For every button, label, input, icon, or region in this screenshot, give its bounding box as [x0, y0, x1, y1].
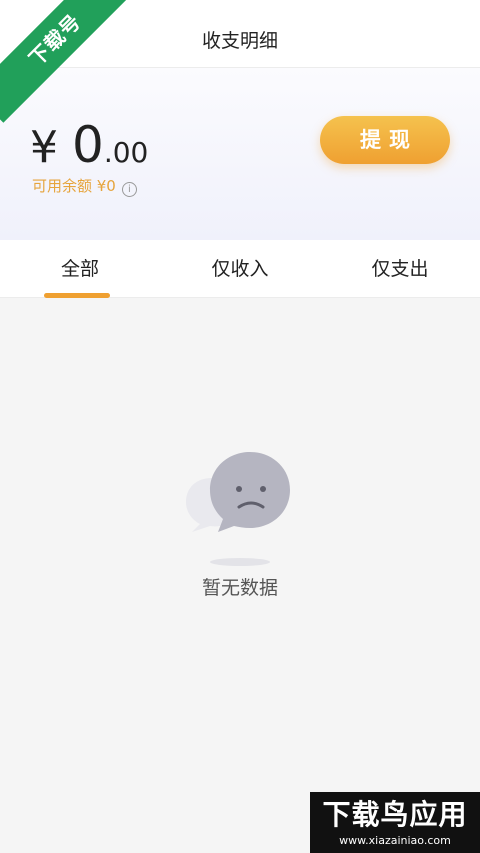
withdraw-button[interactable]: 提现 — [320, 116, 450, 164]
watermark-url: www.xiazainiao.com — [339, 834, 451, 847]
watermark-title: 下载鸟应用 — [322, 798, 468, 831]
tab-income-only[interactable]: 仅收入 — [160, 240, 320, 298]
filter-tabs: 全部 仅收入 仅支出 — [0, 240, 480, 298]
amount-decimal: .00 — [103, 136, 149, 169]
balance-panel: ¥0.00 可用余额 ¥0 i 提现 — [0, 68, 480, 240]
watermark-logo: 下载鸟应用 www.xiazainiao.com — [310, 792, 480, 853]
currency-symbol: ¥ — [30, 122, 58, 173]
available-balance: 可用余额 ¥0 i — [32, 176, 137, 197]
tab-all[interactable]: 全部 — [0, 240, 160, 298]
tab-expense-only[interactable]: 仅支出 — [320, 240, 480, 298]
sad-face-chat-bubble-icon — [184, 450, 296, 570]
empty-state-text: 暂无数据 — [201, 577, 278, 599]
amount-integer: 0 — [72, 116, 104, 174]
info-icon[interactable]: i — [121, 182, 137, 197]
balance-amount: ¥0.00 — [30, 116, 148, 174]
active-tab-indicator — [44, 293, 110, 298]
available-balance-label: 可用余额 ¥0 — [32, 177, 116, 195]
